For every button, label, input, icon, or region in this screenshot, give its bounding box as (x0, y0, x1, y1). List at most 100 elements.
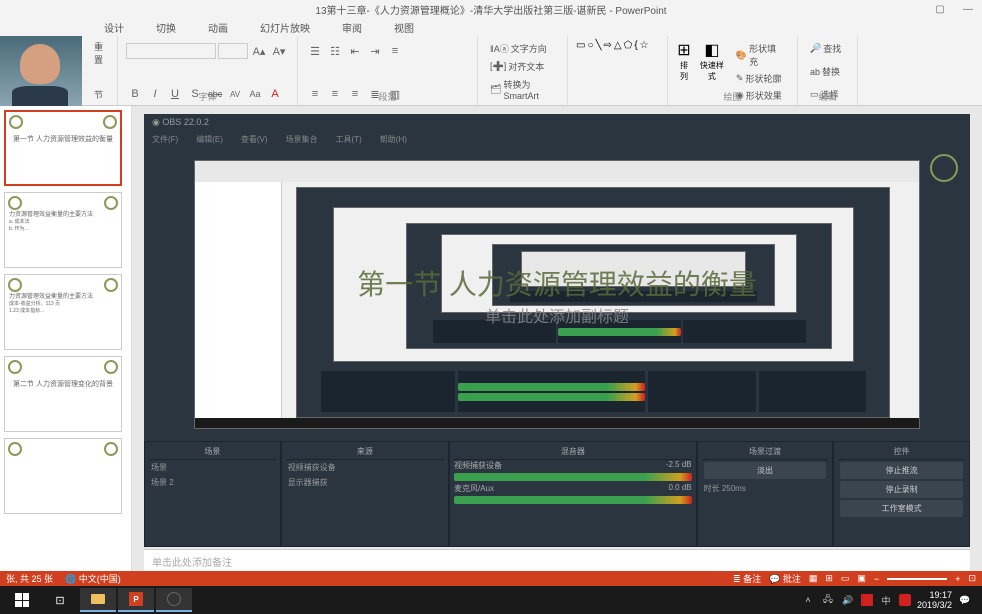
tray-date[interactable]: 2019/3/2 (917, 600, 952, 610)
shape-triangle-icon[interactable]: △ (614, 40, 622, 51)
slide-canvas[interactable]: ◉ OBS 22.0.2 文件(F) 编辑(E) 查看(V) 场景集合 工具(T… (144, 114, 970, 547)
zoom-slider[interactable] (887, 578, 947, 580)
language-indicator[interactable]: 🌐 中文(中国) (65, 572, 121, 585)
replace-button[interactable]: ab 替换 (806, 63, 849, 80)
ribbon-group-slides: 重置 节 (82, 36, 118, 105)
ribbon-group-drawing: ⊞ 排列 ◧ 快速样式 🎨 形状填充 ✎ 形状轮廓 ◉ 形状效果 绘图 (668, 36, 798, 105)
ribbon-group-paragraph2: ‖Aⓐ 文字方向 [➕] 对齐文本 🗂 转换为 SmartArt (478, 36, 568, 105)
tab-slideshow[interactable]: 幻灯片放映 (244, 18, 326, 36)
font-family-select[interactable] (126, 43, 216, 59)
minimize-icon[interactable]: — (958, 3, 978, 15)
slide-editor: ◉ OBS 22.0.2 文件(F) 编辑(E) 查看(V) 场景集合 工具(T… (132, 106, 982, 571)
tab-animations[interactable]: 动画 (192, 18, 244, 36)
obs-menu-help[interactable]: 帮助(H) (380, 134, 407, 146)
shape-line-icon[interactable]: ╲ (596, 40, 602, 51)
indent-right-icon[interactable]: ⇥ (366, 42, 384, 60)
bullets-icon[interactable]: ☰ (306, 42, 324, 60)
font-group-label: 字体 (118, 90, 297, 103)
text-direction-button[interactable]: ‖Aⓐ 文字方向 (486, 40, 559, 57)
shape-curly-icon[interactable]: { (634, 40, 637, 51)
window-title: 13第十三章-《人力资源管理概论》-清华大学出版社第三版-谌新民 - Power… (315, 2, 666, 17)
obs-menu-edit[interactable]: 编辑(E) (196, 134, 223, 146)
shape-fill-button[interactable]: 🎨 形状填充 (732, 40, 789, 70)
drawing-group-label: 绘图 (668, 90, 797, 103)
arrange-icon[interactable]: ⊞ (676, 40, 692, 60)
shape-arrow-icon[interactable]: ⇨ (604, 40, 612, 51)
thumbnail-4[interactable]: 第二节 人力资源管理变化的背景 (4, 356, 122, 432)
start-button[interactable] (4, 588, 40, 612)
taskbar-powerpoint[interactable]: P (118, 588, 154, 612)
shape-callout-icon[interactable]: ⬠ (624, 40, 633, 51)
obs-mixer-panel[interactable]: 混音器 视频捕获设备-2.5 dB 麦克风/Aux0.0 dB (449, 441, 697, 547)
zoom-out-icon[interactable]: − (874, 574, 879, 584)
obs-menu-tools[interactable]: 工具(T) (336, 134, 362, 146)
obs-transitions-panel[interactable]: 场景过渡 淡出 时长 250ms (697, 441, 834, 547)
slide-thumbnails[interactable]: 第一节 人力资源管理效益的衡量 力资源管理效益衡量的主要方法 a. 成本法 b.… (0, 106, 132, 571)
obs-preview[interactable]: 第一节 人力资源管理效益的衡量 单击此处添加副标题 (144, 148, 970, 441)
tray-notifications-icon[interactable]: 💬 (958, 593, 972, 607)
logo-icon (930, 154, 958, 182)
tray-time[interactable]: 19:17 (917, 590, 952, 600)
slide-counter[interactable]: 张, 共 25 张 (6, 572, 53, 585)
obs-logo-icon: ◉ OBS 22.0.2 (152, 117, 209, 129)
smartart-button[interactable]: 🗂 转换为 SmartArt (486, 76, 559, 103)
reset-button[interactable]: 重置 (90, 38, 109, 68)
thumbnail-1[interactable]: 第一节 人力资源管理效益的衡量 (4, 110, 122, 186)
shape-rect-icon[interactable]: ▭ (576, 40, 585, 51)
obs-stop-stream-button[interactable]: 停止推流 (840, 462, 963, 479)
decrease-font-icon[interactable]: A▾ (270, 42, 288, 60)
obs-sources-panel[interactable]: 来源 视频捕获设备 显示器捕获 (281, 441, 449, 547)
fit-window-icon[interactable]: ⊡ (968, 573, 976, 584)
thumbnail-5[interactable] (4, 438, 122, 514)
obs-menu-view[interactable]: 查看(V) (241, 134, 268, 146)
taskbar-obs[interactable] (156, 588, 192, 612)
increase-font-icon[interactable]: A▴ (250, 42, 268, 60)
obs-controls-panel[interactable]: 控件 停止推流 停止录制 工作室模式 (833, 441, 970, 547)
obs-stop-record-button[interactable]: 停止录制 (840, 481, 963, 498)
webcam-overlay (0, 36, 82, 106)
obs-studio-mode-button[interactable]: 工作室模式 (840, 500, 963, 517)
reading-view-icon[interactable]: ▭ (841, 573, 850, 584)
find-button[interactable]: 🔎 查找 (806, 40, 849, 57)
tab-view[interactable]: 视图 (378, 18, 430, 36)
ribbon-group-shapes: ▭ ○ ╲ ⇨ △ ⬠ { ☆ (568, 36, 668, 105)
tab-review[interactable]: 审阅 (326, 18, 378, 36)
ribbon-collapse-icon[interactable]: ▢ (930, 3, 950, 15)
obs-scenes-panel[interactable]: 场景 场景 场景 2 (144, 441, 281, 547)
content-area: 第一节 人力资源管理效益的衡量 力资源管理效益衡量的主要方法 a. 成本法 b.… (0, 106, 982, 571)
obs-menu-scenes[interactable]: 场景集合 (286, 134, 318, 146)
system-tray: ˄ 🖧 🔊 中 19:17 2019/3/2 💬 (801, 590, 978, 610)
notes-toggle[interactable]: ≣ 备注 (733, 572, 761, 585)
taskbar-explorer[interactable] (80, 588, 116, 612)
title-bar: 13第十三章-《人力资源管理概论》-清华大学出版社第三版-谌新民 - Power… (0, 0, 982, 18)
shape-star-icon[interactable]: ☆ (640, 40, 649, 51)
quickstyle-icon[interactable]: ◧ (696, 40, 728, 60)
thumbnail-2[interactable]: 力资源管理效益衡量的主要方法 a. 成本法 b. 作为... (4, 192, 122, 268)
window-controls: ▢ — (930, 3, 978, 15)
font-size-select[interactable] (218, 43, 248, 59)
comments-toggle[interactable]: 💬 批注 (769, 572, 801, 585)
section-button[interactable]: 节 (90, 86, 109, 103)
tray-ime-lang[interactable]: 中 (879, 593, 893, 607)
tab-design[interactable]: 设计 (88, 18, 140, 36)
tray-chevron-icon[interactable]: ˄ (801, 593, 815, 607)
tray-network-icon[interactable]: 🖧 (821, 593, 835, 607)
notes-pane[interactable]: 单击此处添加备注 (144, 549, 970, 571)
tray-sogou-icon[interactable] (899, 594, 911, 606)
normal-view-icon[interactable]: ▦ (809, 573, 818, 584)
zoom-in-icon[interactable]: + (955, 574, 960, 584)
align-text-button[interactable]: [➕] 对齐文本 (486, 58, 559, 75)
taskview-icon[interactable]: ⊡ (42, 588, 78, 612)
tab-transitions[interactable]: 切换 (140, 18, 192, 36)
numbering-icon[interactable]: ☷ (326, 42, 344, 60)
sorter-view-icon[interactable]: ⊞ (825, 573, 833, 584)
shape-circle-icon[interactable]: ○ (587, 40, 593, 51)
shape-outline-button[interactable]: ✎ 形状轮廓 (732, 70, 789, 87)
slideshow-view-icon[interactable]: ▣ (857, 573, 866, 584)
thumbnail-3[interactable]: 力资源管理效益衡量的主要方法 成本-收益分析。113 页 1.23 成本指标..… (4, 274, 122, 350)
line-spacing-icon[interactable]: ≡ (386, 42, 404, 60)
tray-volume-icon[interactable]: 🔊 (841, 593, 855, 607)
indent-left-icon[interactable]: ⇤ (346, 42, 364, 60)
obs-menu-file[interactable]: 文件(F) (152, 134, 178, 146)
tray-ime-icon[interactable] (861, 594, 873, 606)
